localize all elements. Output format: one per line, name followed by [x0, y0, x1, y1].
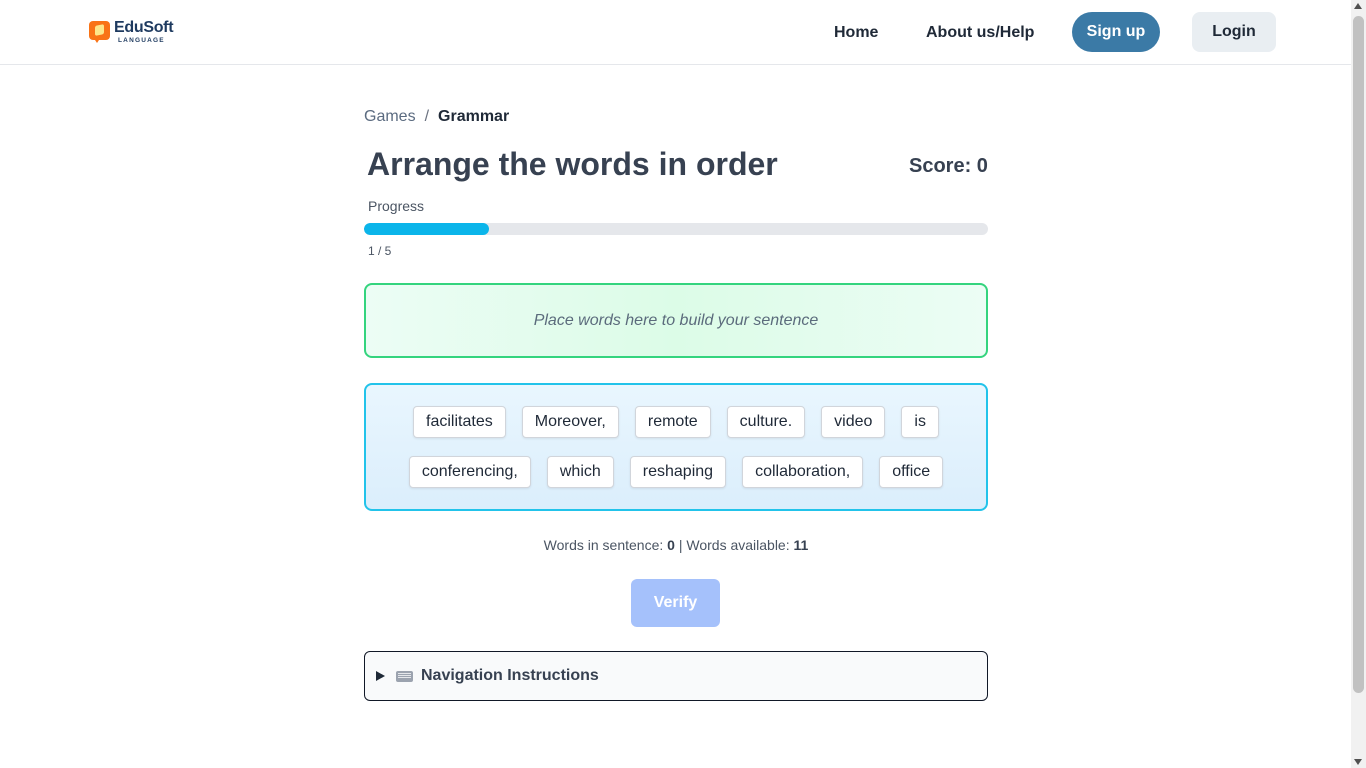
nav-about-link[interactable]: About us/Help	[926, 22, 1034, 44]
edusoft-logo[interactable]: EduSoft LANGUAGE	[89, 19, 174, 45]
breadcrumb-separator: /	[424, 108, 430, 125]
word-chip[interactable]: culture.	[726, 406, 806, 438]
word-chip[interactable]: collaboration,	[742, 456, 864, 488]
word-chip[interactable]: facilitates	[413, 406, 506, 438]
word-chip[interactable]: which	[546, 456, 614, 488]
keyboard-icon	[396, 670, 413, 682]
stats-divider: |	[678, 537, 683, 553]
scroll-up-arrow-icon[interactable]	[1354, 3, 1362, 9]
login-button[interactable]: Login	[1192, 12, 1276, 52]
word-chip[interactable]: reshaping	[629, 456, 727, 488]
navigation-instructions-label: Navigation Instructions	[421, 667, 599, 684]
score-display: Score: 0	[909, 155, 988, 177]
scrollbar-thumb[interactable]	[1353, 16, 1364, 693]
progress-count: 1 / 5	[368, 244, 392, 258]
progress-bar-fill	[364, 223, 489, 235]
words-available-value: 11	[793, 537, 809, 553]
signup-button[interactable]: Sign up	[1072, 12, 1160, 52]
sentence-dropzone[interactable]: Place words here to build your sentence	[364, 283, 988, 358]
edusoft-logo-icon	[89, 20, 111, 44]
logo-name: EduSoft	[114, 19, 174, 36]
breadcrumb-games-link[interactable]: Games	[364, 107, 416, 127]
word-row: conferencing, which reshaping collaborat…	[366, 456, 986, 488]
progress-bar	[364, 223, 988, 235]
triangle-right-icon	[376, 671, 385, 681]
words-in-sentence-label: Words in sentence:	[543, 537, 664, 553]
word-chip[interactable]: video	[821, 406, 886, 438]
word-chip[interactable]: Moreover,	[521, 406, 619, 438]
top-header: EduSoft LANGUAGE Home About us/Help Sign…	[0, 0, 1351, 65]
word-row: facilitates Moreover, remote culture. vi…	[366, 406, 986, 438]
breadcrumb-current: Grammar	[438, 108, 510, 125]
word-stats: Words in sentence: 0 | Words available: …	[364, 536, 988, 554]
logo-subtitle: LANGUAGE	[118, 37, 165, 44]
word-chip[interactable]: conferencing,	[408, 456, 531, 488]
word-chip[interactable]: office	[879, 456, 944, 488]
scroll-down-arrow-icon[interactable]	[1354, 759, 1362, 765]
navigation-instructions-toggle[interactable]: Navigation Instructions	[364, 651, 988, 701]
dropzone-placeholder: Place words here to build your sentence	[533, 311, 819, 329]
breadcrumb: Games / Grammar	[364, 107, 509, 127]
page-title: Arrange the words in order	[367, 146, 778, 182]
vertical-scrollbar[interactable]	[1351, 0, 1366, 768]
word-chip[interactable]: is	[901, 406, 939, 438]
nav-home-link[interactable]: Home	[834, 22, 878, 44]
word-bank: facilitates Moreover, remote culture. vi…	[364, 383, 988, 511]
word-chip[interactable]: remote	[634, 406, 711, 438]
words-available-label: Words available:	[686, 537, 790, 553]
words-in-sentence-value: 0	[667, 537, 675, 553]
progress-label: Progress	[368, 198, 425, 214]
verify-button[interactable]: Verify	[631, 579, 720, 627]
